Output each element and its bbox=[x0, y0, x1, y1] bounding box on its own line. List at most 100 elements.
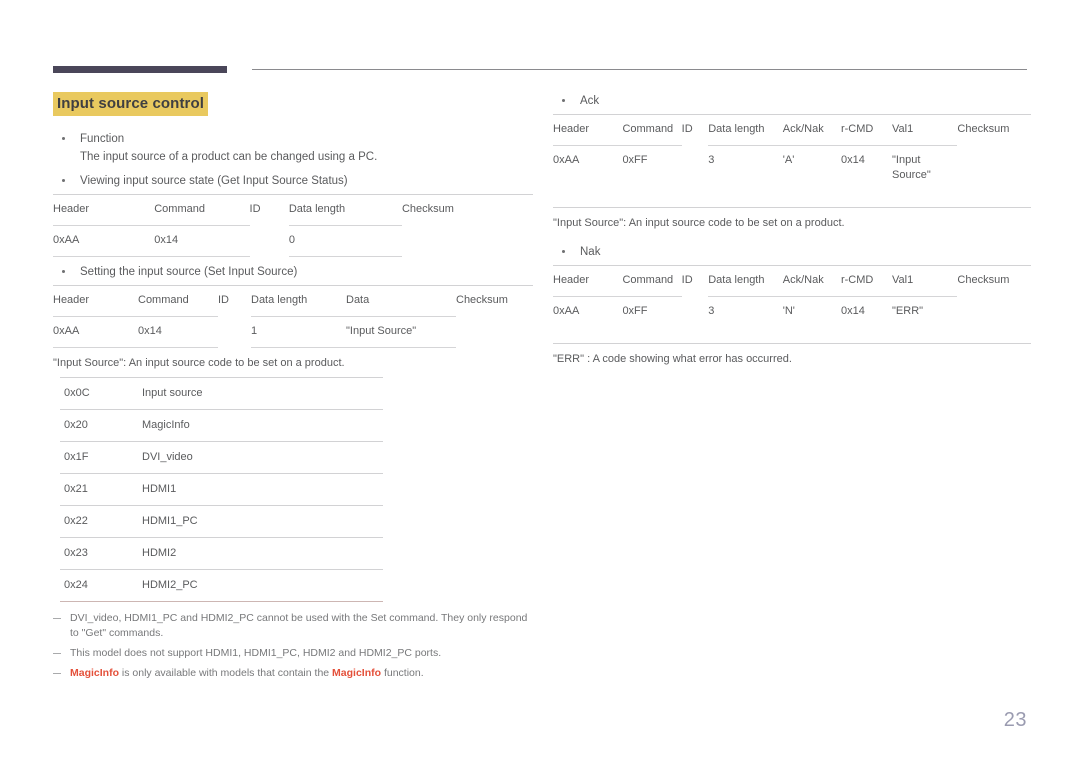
code-label: HDMI2 bbox=[142, 537, 383, 570]
col-header: Val1 bbox=[892, 265, 958, 297]
col-header: Command bbox=[622, 265, 682, 297]
table-header-row: Header Command ID Data length Data Check… bbox=[53, 285, 533, 317]
footnotes: DVI_video, HDMI1_PC and HDMI2_PC cannot … bbox=[53, 611, 533, 681]
table-row: 0x23 HDMI2 bbox=[60, 537, 383, 570]
col-header: Checksum bbox=[957, 123, 1010, 135]
cell bbox=[402, 226, 533, 257]
table-row: 0x22 HDMI1_PC bbox=[60, 505, 383, 538]
cell: 0xAA bbox=[553, 154, 580, 166]
cell: 0xAA bbox=[53, 225, 155, 257]
table-header-row: Header Command ID Data length Ack/Nak r-… bbox=[553, 265, 1031, 297]
cell bbox=[682, 146, 709, 192]
cell bbox=[218, 317, 251, 348]
cell: 0x14 bbox=[840, 305, 865, 317]
col-header: Command bbox=[622, 114, 682, 146]
table-row: 0xAA 0xFF 3 'A' 0x14 "Input Source" bbox=[553, 146, 1031, 192]
col-header: Header bbox=[553, 265, 623, 297]
cell: 0xAA bbox=[553, 305, 580, 317]
col-header: ID bbox=[218, 294, 229, 306]
cell: 0x14 bbox=[154, 225, 250, 257]
nak-table: Header Command ID Data length Ack/Nak r-… bbox=[553, 265, 1031, 327]
table-row: 0x0C Input source bbox=[60, 377, 383, 410]
cell: 'N' bbox=[782, 305, 795, 317]
table-header-row: Header Command ID Data length Ack/Nak r-… bbox=[553, 114, 1031, 146]
bullet-function-label: Function bbox=[80, 133, 125, 145]
col-header: Data length bbox=[708, 265, 783, 297]
code-value: 0x22 bbox=[60, 505, 142, 538]
footnote-magicinfo: MagicInfo is only available with models … bbox=[53, 666, 533, 681]
bullet-get-input-source: Viewing input source state (Get Input So… bbox=[53, 172, 533, 190]
cell bbox=[957, 146, 1031, 192]
code-value: 0x20 bbox=[60, 409, 142, 442]
bullet-ack: Ack bbox=[553, 92, 1031, 110]
code-label: HDMI1_PC bbox=[142, 505, 383, 538]
col-header: Header bbox=[53, 194, 155, 226]
ack-table: Header Command ID Data length Ack/Nak r-… bbox=[553, 114, 1031, 191]
col-header: ID bbox=[249, 203, 261, 215]
cell bbox=[682, 297, 709, 328]
table-row: 0xAA 0x14 0 bbox=[53, 225, 533, 257]
document-page: Input source control Function The input … bbox=[0, 0, 1080, 763]
input-source-codes-table: 0x0C Input source 0x20 MagicInfo 0x1F DV… bbox=[60, 377, 383, 602]
col-header: Data bbox=[346, 285, 456, 317]
header-rule-thin bbox=[252, 69, 1027, 70]
cell bbox=[957, 297, 1031, 328]
header-rule-thick bbox=[53, 66, 227, 73]
cell: "Input Source" bbox=[892, 154, 931, 181]
cell: 0 bbox=[288, 225, 402, 257]
cell: 0xFF bbox=[622, 154, 648, 166]
set-input-source-table: Header Command ID Data length Data Check… bbox=[53, 285, 533, 348]
footnote: This model does not support HDMI1, HDMI1… bbox=[53, 646, 533, 661]
magicinfo-keyword: MagicInfo bbox=[332, 667, 382, 679]
table-row: 0xAA 0xFF 3 'N' 0x14 "ERR" bbox=[553, 297, 1031, 328]
cell: "ERR" bbox=[892, 305, 924, 317]
left-column: Input source control Function The input … bbox=[53, 92, 533, 686]
bullet-set-input-source: Setting the input source (Set Input Sour… bbox=[53, 263, 533, 281]
col-header: Checksum bbox=[401, 203, 454, 215]
input-source-codes: 0x0C Input source 0x20 MagicInfo 0x1F DV… bbox=[53, 377, 383, 602]
cell: 3 bbox=[708, 154, 715, 166]
col-header: Header bbox=[553, 114, 623, 146]
code-label: Input source bbox=[142, 377, 383, 410]
col-header: Ack/Nak bbox=[782, 114, 841, 146]
code-label: MagicInfo bbox=[142, 409, 383, 442]
page-title: Input source control bbox=[53, 92, 209, 116]
footnote-text: function. bbox=[381, 667, 424, 679]
cell: 'A' bbox=[782, 154, 795, 166]
footnote-text: is only available with models that conta… bbox=[119, 667, 333, 679]
code-value: 0x24 bbox=[60, 569, 142, 602]
cell: 0xAA bbox=[53, 316, 138, 348]
code-value: 0x0C bbox=[60, 377, 142, 410]
col-header: Data length bbox=[251, 285, 346, 317]
code-label: HDMI2_PC bbox=[142, 569, 383, 602]
bullet-function-desc: The input source of a product can be cha… bbox=[80, 151, 378, 163]
table-row: 0xAA 0x14 1 "Input Source" bbox=[53, 316, 533, 348]
col-header: ID bbox=[681, 123, 693, 135]
table-row: 0x1F DVI_video bbox=[60, 441, 383, 474]
cell bbox=[250, 226, 289, 257]
code-value: 0x1F bbox=[60, 441, 142, 474]
cell bbox=[456, 317, 533, 348]
header-rule bbox=[53, 66, 1027, 74]
code-label: DVI_video bbox=[142, 441, 383, 474]
get-input-source-table: Header Command ID Data length Checksum 0… bbox=[53, 194, 533, 257]
footnote: DVI_video, HDMI1_PC and HDMI2_PC cannot … bbox=[53, 611, 533, 641]
col-header: Ack/Nak bbox=[782, 265, 841, 297]
cell: 1 bbox=[251, 316, 346, 348]
magicinfo-keyword: MagicInfo bbox=[70, 667, 119, 679]
code-value: 0x23 bbox=[60, 537, 142, 570]
bullet-nak: Nak bbox=[553, 243, 1031, 261]
table-header-row: Header Command ID Data length Checksum bbox=[53, 194, 533, 226]
col-header: Data length bbox=[708, 114, 783, 146]
page-number: 23 bbox=[1003, 709, 1027, 731]
cell: 0xFF bbox=[622, 305, 648, 317]
cell: 0x14 bbox=[138, 316, 218, 348]
cell: "Input Source" bbox=[346, 316, 456, 348]
col-header: r-CMD bbox=[840, 114, 893, 146]
col-header: Checksum bbox=[456, 294, 508, 306]
col-header: r-CMD bbox=[840, 265, 893, 297]
right-column: Ack Header Command ID Data length Ack/Na… bbox=[553, 92, 1031, 373]
cell: 3 bbox=[708, 305, 715, 317]
cell: 0x14 bbox=[840, 154, 865, 166]
input-source-caption: "Input Source": An input source code to … bbox=[53, 357, 345, 369]
